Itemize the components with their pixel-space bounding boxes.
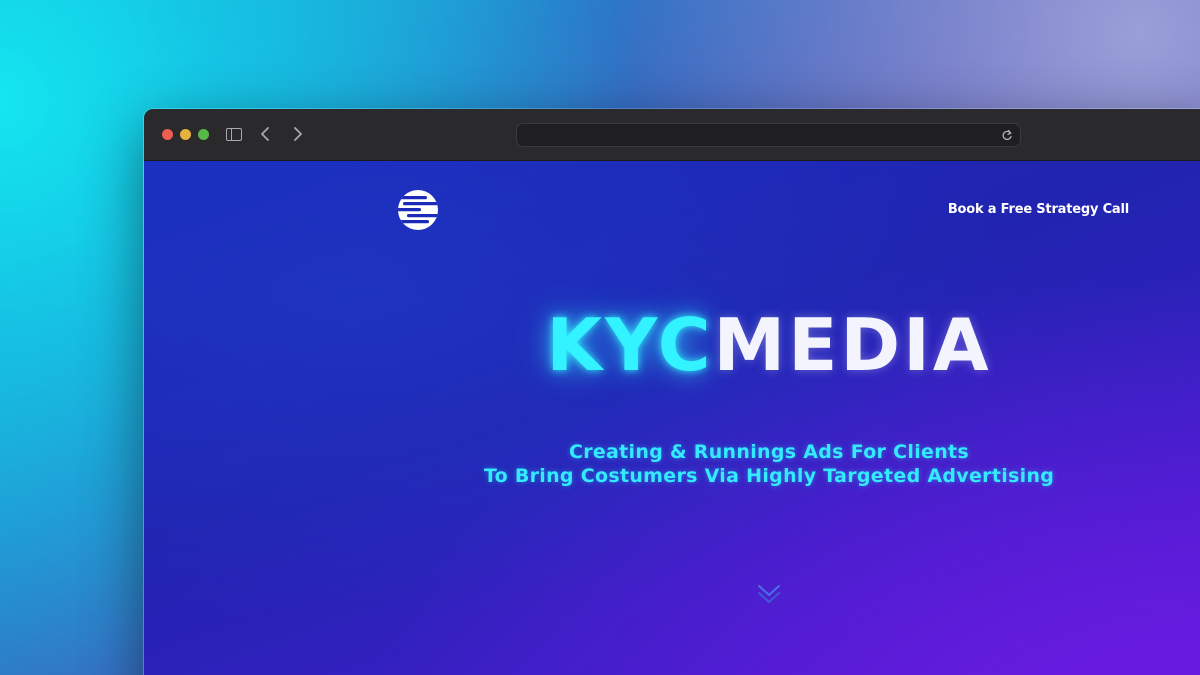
minimize-window-button[interactable] [180, 129, 191, 140]
address-bar[interactable] [516, 123, 1021, 147]
globe-logo-icon[interactable] [397, 189, 439, 231]
sidebar-toggle-icon[interactable] [226, 128, 242, 141]
chevron-down-icon[interactable] [756, 583, 782, 607]
hero-subtitle-line-2: To Bring Costumers Via Highly Targeted A… [483, 465, 1055, 487]
hero-title: KYCMEDIA [144, 309, 1200, 381]
book-strategy-call-link[interactable]: Book a Free Strategy Call [948, 202, 1129, 217]
browser-toolbar [144, 109, 1200, 161]
reload-icon[interactable] [1001, 128, 1013, 142]
forward-icon[interactable] [289, 125, 305, 143]
zoom-window-button[interactable] [198, 129, 209, 140]
hero-subtitle-line-1: Creating & Runnings Ads For Clients [568, 441, 970, 463]
landing-page: Book a Free Strategy Call KYCMEDIA Creat… [144, 161, 1200, 675]
title-kyc: KYC [546, 303, 714, 387]
close-window-button[interactable] [162, 129, 173, 140]
title-media: MEDIA [713, 303, 992, 387]
browser-window: Book a Free Strategy Call KYCMEDIA Creat… [143, 108, 1200, 675]
back-icon[interactable] [258, 125, 274, 143]
